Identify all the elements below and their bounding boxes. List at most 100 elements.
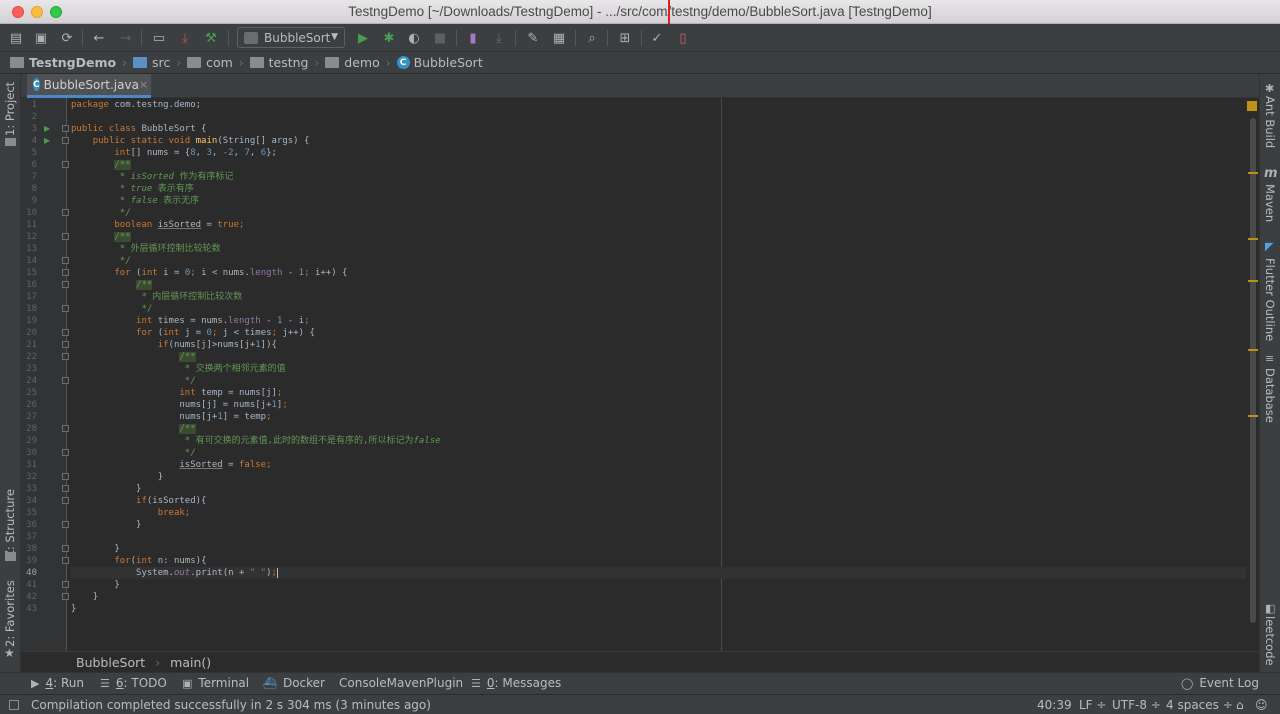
fold-icon[interactable] [62,545,69,552]
fold-icon[interactable] [62,449,69,456]
code-line[interactable]: /** [71,423,196,435]
device-icon[interactable]: ▯ [674,29,692,47]
coverage-icon[interactable]: ◐ [405,29,423,47]
breadcrumb-class[interactable]: C BubbleSort [396,55,483,70]
inspector-icon[interactable]: ☺ [1255,698,1268,712]
code-line[interactable]: boolean isSorted = true; [71,219,244,231]
stop-icon[interactable]: ■ [431,29,449,47]
fold-icon[interactable] [62,161,69,168]
code-line[interactable]: nums[j+1] = temp; [71,411,271,423]
run-icon[interactable]: ▶ [354,29,372,47]
breadcrumb-demo[interactable]: demo › [325,55,396,70]
fold-icon[interactable] [62,353,69,360]
code-line[interactable]: * isSorted 作为有序标记 [71,171,234,183]
code-line[interactable]: * 外层循环控制比较轮数 [71,243,221,255]
fold-icon[interactable] [62,281,69,288]
code-line[interactable]: } [71,579,119,591]
tab-maven[interactable]: Maven [1260,184,1280,229]
method-crumb-class[interactable]: BubbleSort [76,655,145,670]
code-line[interactable]: /** [71,279,153,291]
fold-icon[interactable] [62,473,69,480]
code-line[interactable]: for (int i = 0; i < nums.length - 1; i++… [71,267,347,279]
code-line[interactable]: */ [71,255,131,267]
warning-mark[interactable] [1248,415,1258,417]
lock-icon[interactable]: ⌂ [1236,698,1244,712]
fold-icon[interactable] [62,425,69,432]
fold-icon[interactable] [62,485,69,492]
vcs-icon[interactable]: ✓ [648,29,666,47]
code-line[interactable]: for (int j = 0; j < times; j++) { [71,327,315,339]
fold-icon[interactable] [62,233,69,240]
line-separator[interactable]: LF ÷ [1079,698,1106,712]
tab-flutter-outline[interactable]: Flutter Outline [1260,258,1280,341]
run-config-selector[interactable]: BubbleSort ▼ [237,27,345,48]
warning-mark[interactable] [1248,238,1258,240]
tool-window-terminal[interactable]: ▣ Terminal [182,676,249,690]
code-line[interactable]: int[] nums = {8, 3, -2, 7, 6}; [71,147,277,159]
download-icon[interactable]: ⤓ [176,29,194,47]
code-line[interactable]: } [71,603,76,615]
close-icon[interactable]: × [139,78,148,91]
app-icon[interactable]: ▮ [464,29,482,47]
tool-window-docker[interactable]: ⛴ Docker [263,676,325,690]
code-line[interactable]: /** [71,231,131,243]
tab-project[interactable]: 1: Project [0,80,21,142]
method-crumb-method[interactable]: main() [170,655,211,670]
fold-icon[interactable] [62,341,69,348]
warning-mark[interactable] [1248,172,1258,174]
code-line[interactable]: } [71,471,163,483]
run-gutter-icon[interactable]: ▶ [44,123,50,135]
breadcrumb-project[interactable]: TestngDemo › [10,55,133,70]
fold-icon[interactable] [62,257,69,264]
code-editor[interactable]: 1 2 3 ▶ 4 ▶ 5 6 7 8 9 10 11 12 13 14 15 16 17 18 19 20 21 22 23 2… [21,98,1259,651]
code-line[interactable]: */ [71,303,152,315]
build-icon[interactable]: ⚒ [202,29,220,47]
structure-icon[interactable]: ▦ [550,29,568,47]
status-message[interactable]: Compilation completed successfully in 2 … [31,698,431,712]
code-line[interactable]: } [71,483,141,495]
fold-icon[interactable] [62,305,69,312]
tool-windows-toggle-icon[interactable] [9,700,19,710]
code-line[interactable]: package com.testng.demo; [71,99,201,111]
run-gutter-icon[interactable]: ▶ [44,135,50,147]
fold-icon[interactable] [62,593,69,600]
debug-icon[interactable]: ✱ [380,29,398,47]
forward-icon[interactable]: → [117,29,135,47]
code-line[interactable]: if(nums[j]>nums[j+1]){ [71,339,277,351]
tab-structure[interactable]: Z: Structure [0,484,21,559]
code-area[interactable]: package com.testng.demo; public class Bub… [71,98,1259,651]
code-line[interactable]: * 交换两个相邻元素的值 [71,363,286,375]
fold-icon[interactable] [62,269,69,276]
code-line[interactable]: int temp = nums[j]; [71,387,282,399]
warning-mark[interactable] [1248,349,1258,351]
fold-icon[interactable] [62,557,69,564]
back-icon[interactable]: ← [90,29,108,47]
code-line[interactable]: * false 表示无序 [71,195,199,207]
code-line[interactable]: public static void main(String[] args) { [71,135,310,147]
search-icon[interactable]: ⌕ [583,29,601,47]
open-icon[interactable]: ▤ [7,29,25,47]
code-line[interactable]: public class BubbleSort { [71,123,206,135]
code-line[interactable]: for(int n: nums){ [71,555,206,567]
code-line[interactable]: System.out.print(n + " "); [71,567,278,579]
code-line[interactable]: */ [71,447,196,459]
wrench-icon[interactable]: ✎ [524,29,542,47]
tab-favorites[interactable]: 2: Favorites [0,579,21,649]
code-line[interactable]: /** [71,159,131,171]
breadcrumb-testng[interactable]: testng › [249,55,326,70]
fold-icon[interactable] [62,329,69,336]
code-line[interactable]: */ [71,375,196,387]
vertical-scrollbar[interactable] [1250,118,1256,623]
code-line[interactable]: } [71,543,119,555]
fold-icon[interactable] [62,521,69,528]
tab-bubblesort-java[interactable]: C BubbleSort.java × [27,74,151,98]
tool-window-run[interactable]: ▶ 4: Run [31,676,84,690]
tool-window-consolemavenplugin[interactable]: ConsoleMavenPlugin [339,676,463,690]
translate-icon[interactable]: ⊞ [616,29,634,47]
caret-position[interactable]: 40:39 [1037,698,1072,712]
indent-setting[interactable]: 4 spaces ÷ [1166,698,1233,712]
breadcrumb-com[interactable]: com › [187,55,250,70]
code-line[interactable]: } [71,519,141,531]
tool-window-todo[interactable]: ☰ 6: TODO [100,676,167,690]
warning-mark[interactable] [1248,280,1258,282]
